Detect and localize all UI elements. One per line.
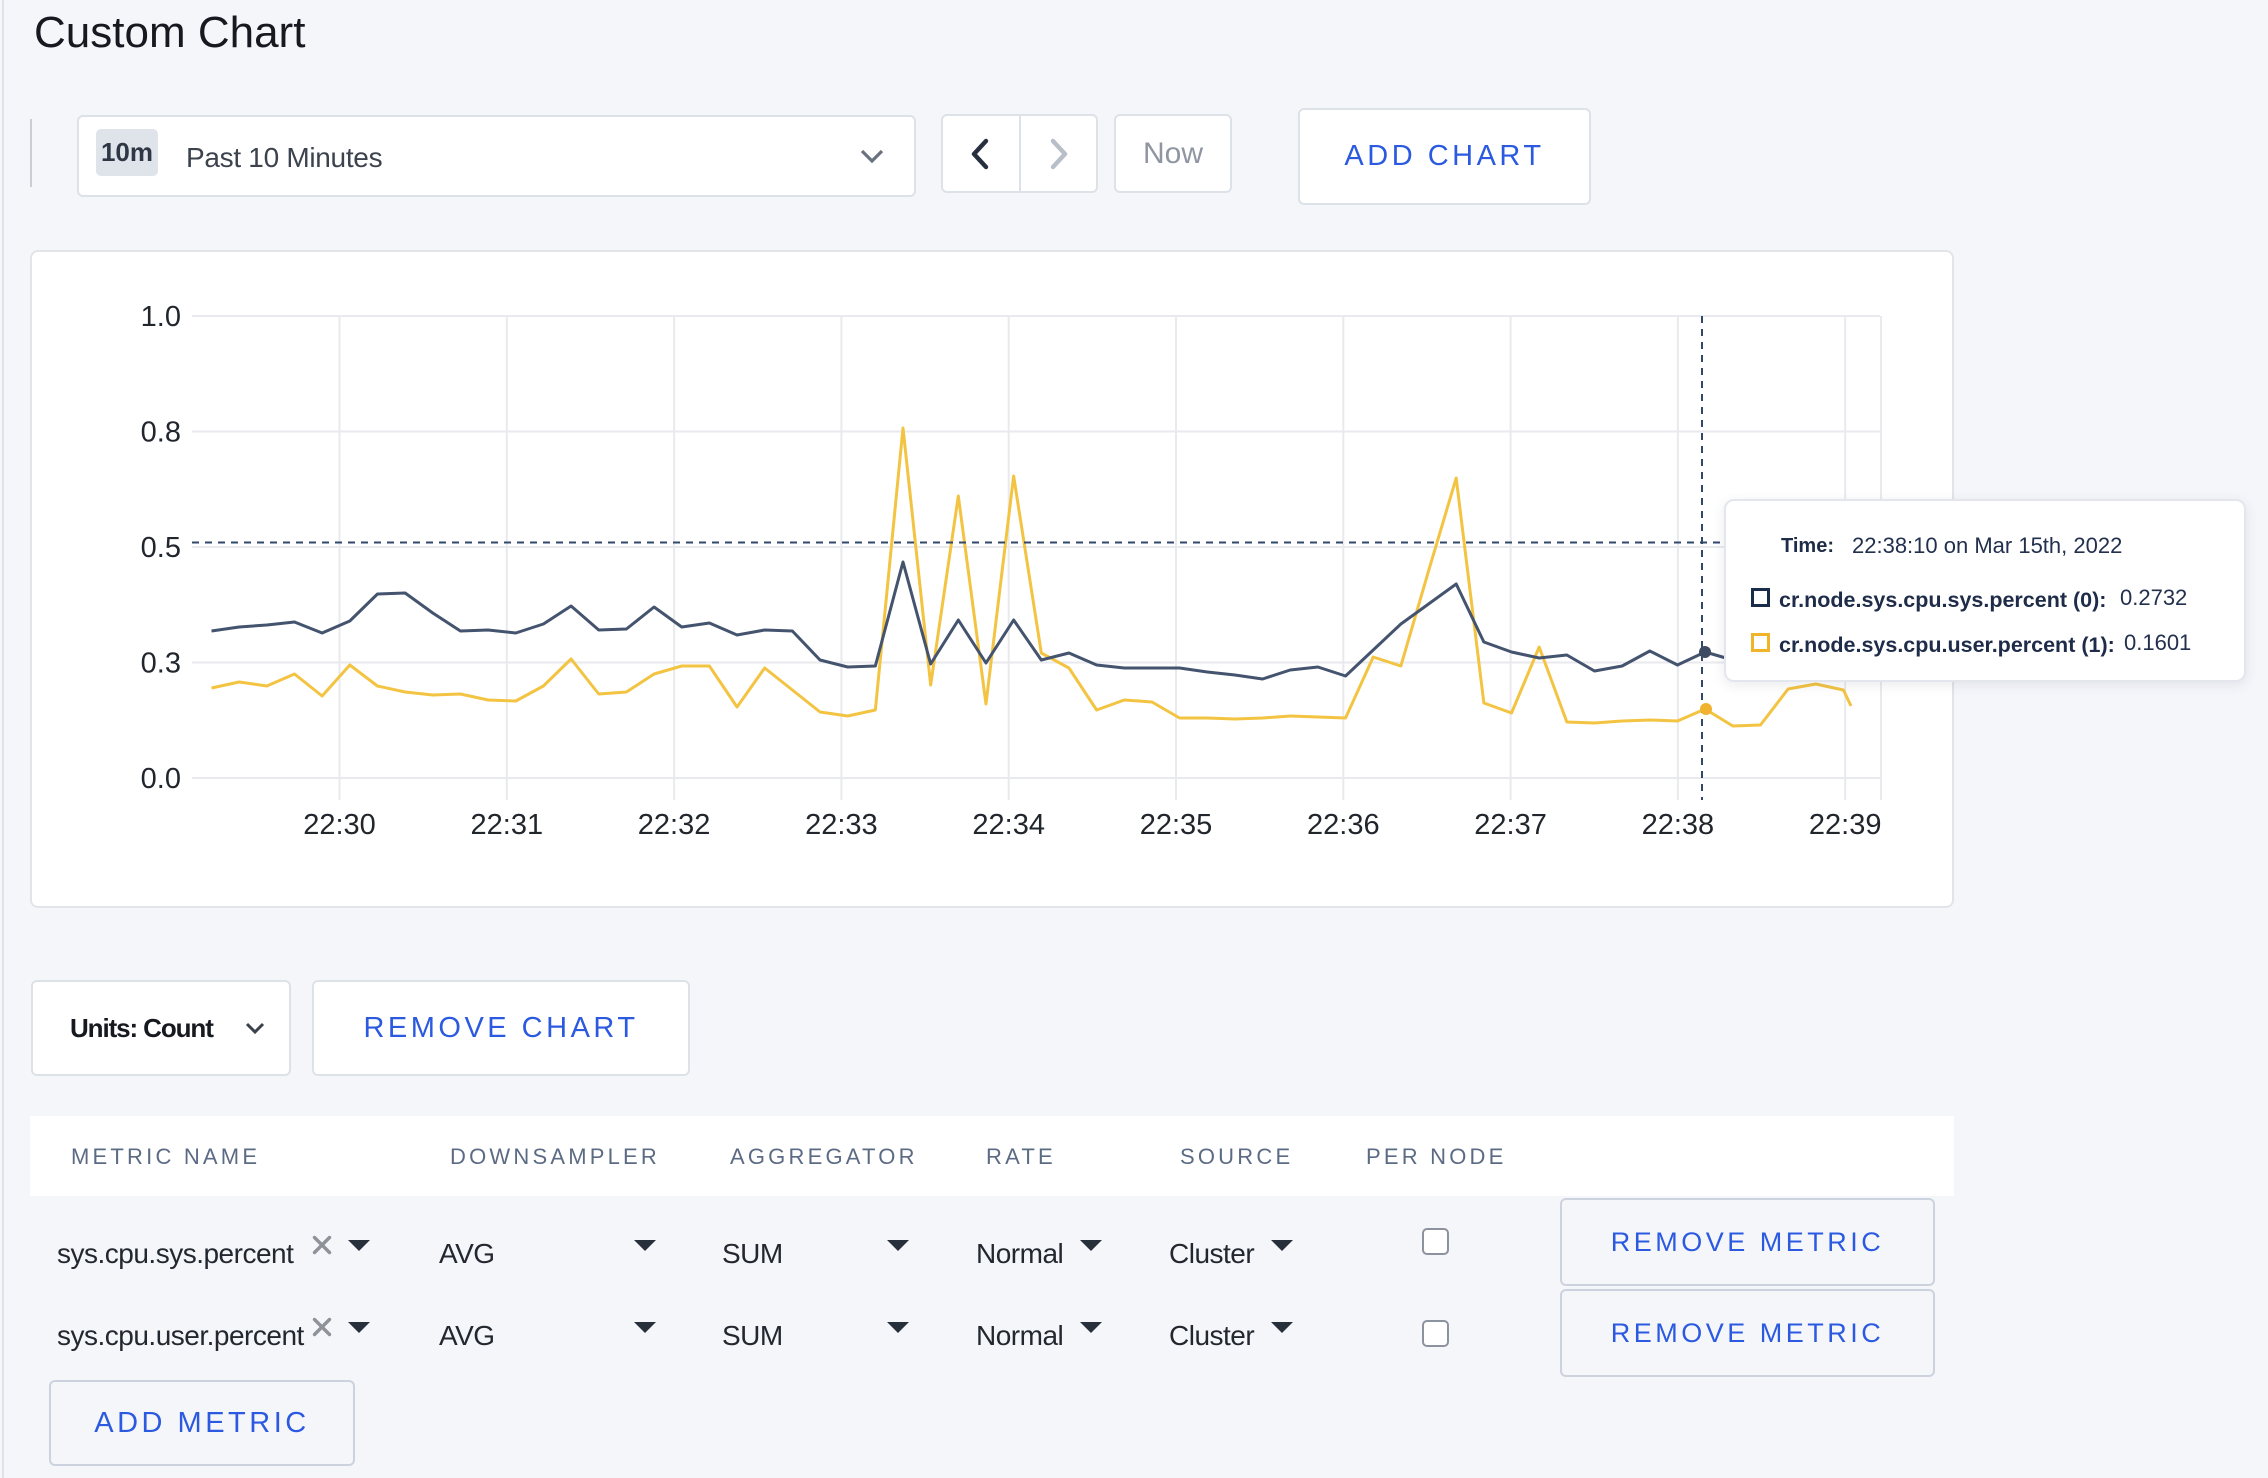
svg-text:22:39: 22:39 [1809,809,1882,841]
svg-text:22:31: 22:31 [471,809,544,841]
svg-text:22:38: 22:38 [1642,809,1715,841]
svg-text:22:34: 22:34 [972,809,1045,841]
svg-text:22:33: 22:33 [805,809,878,841]
svg-text:22:36: 22:36 [1307,809,1380,841]
svg-text:1.0: 1.0 [141,301,181,333]
svg-text:0.0: 0.0 [141,763,181,795]
svg-text:0.3: 0.3 [141,648,181,680]
svg-text:22:35: 22:35 [1140,809,1213,841]
svg-text:0.5: 0.5 [141,532,181,564]
svg-text:0.8: 0.8 [141,417,181,449]
svg-text:22:37: 22:37 [1474,809,1547,841]
svg-text:22:30: 22:30 [303,809,376,841]
svg-text:22:32: 22:32 [638,809,711,841]
